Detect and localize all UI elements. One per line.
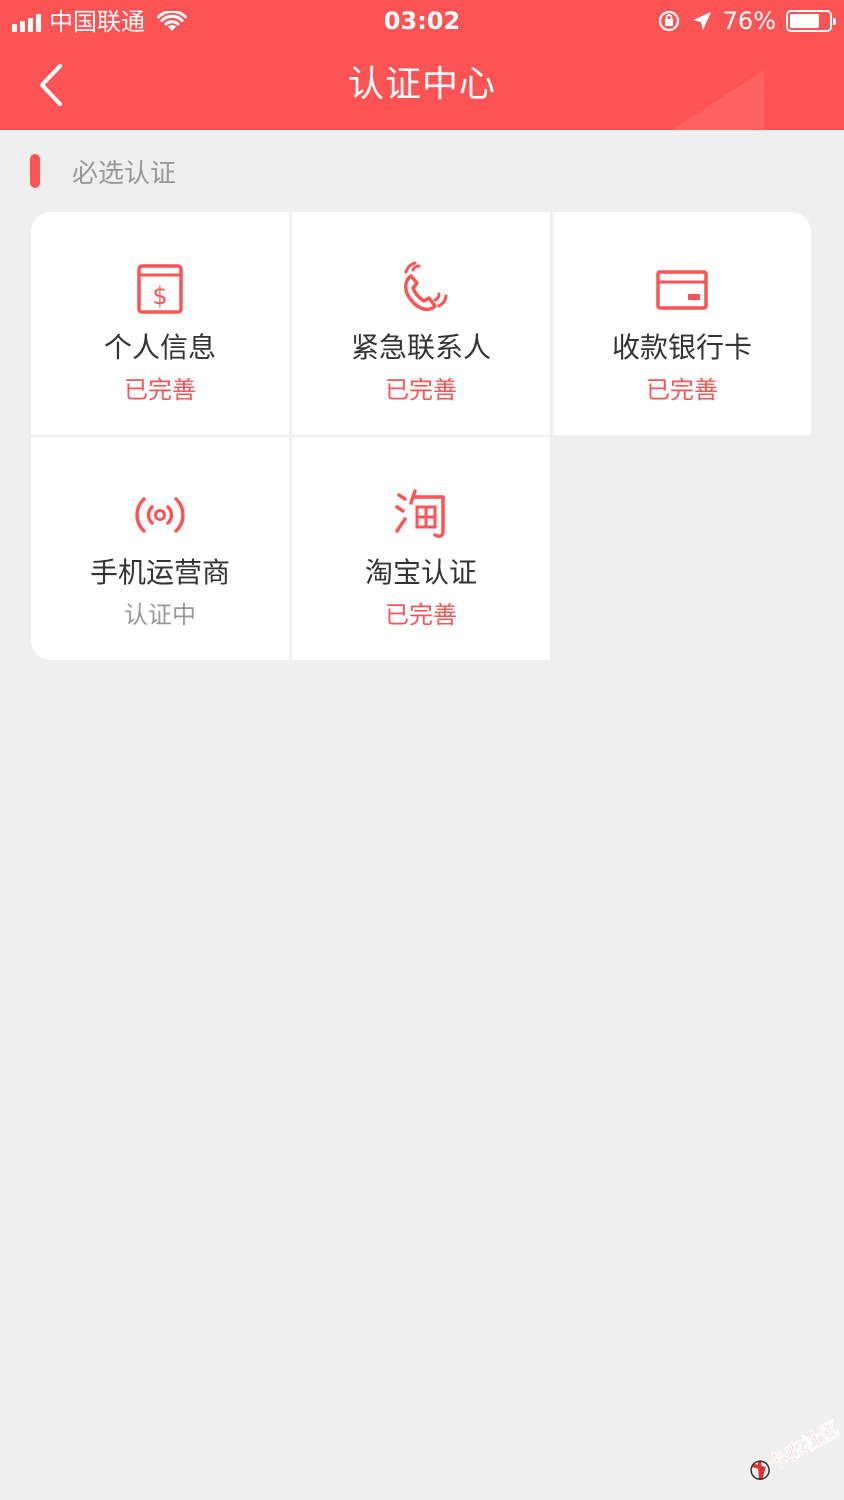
verify-item-mobile-carrier[interactable]: 手机运营商 认证中 (31, 437, 289, 660)
svg-text:卡农社区: 卡农社区 (763, 1416, 840, 1477)
section-label: 必选认证 (72, 158, 177, 189)
item-name: 个人信息 (103, 331, 216, 364)
item-status: 已完善 (646, 376, 718, 404)
verify-item-emergency-contact[interactable]: 紧急联系人 已完善 (292, 212, 550, 435)
verification-grid: $ 个人信息 已完善 紧急联系人 已完善 收款银行卡 已完善 手机运营商 认证中… (31, 212, 811, 660)
signal-broadcast-icon (135, 497, 185, 533)
rotation-lock-icon (658, 10, 679, 32)
svg-text:$: $ (152, 282, 167, 310)
item-status: 已完善 (385, 376, 457, 404)
item-status: 已完善 (124, 376, 196, 404)
status-bar: 中国联通 03:02 76% (0, 0, 844, 44)
verify-item-taobao[interactable]: 淘宝认证 已完善 (292, 437, 550, 660)
bank-card-icon (656, 270, 708, 310)
header-bar: 中国联通 03:02 76% 认证中心 (0, 0, 844, 130)
watermark-logo: 卡农社区 (750, 1415, 840, 1480)
page-title: 认证中心 (347, 64, 496, 105)
section-marker (30, 154, 40, 188)
item-status: 已完善 (385, 601, 457, 629)
battery-percent: 76% (722, 7, 776, 35)
section-header: 必选认证 (30, 153, 176, 189)
item-status: 认证中 (124, 601, 196, 629)
item-name: 手机运营商 (89, 556, 230, 589)
item-name: 紧急联系人 (350, 331, 491, 364)
verify-item-bank-card[interactable]: 收款银行卡 已完善 (553, 212, 811, 435)
phone-call-icon (404, 261, 448, 312)
item-name: 收款银行卡 (611, 331, 752, 364)
taobao-icon (395, 489, 445, 538)
document-dollar-icon: $ (137, 264, 183, 314)
verify-item-personal-info[interactable]: $ 个人信息 已完善 (31, 212, 289, 435)
battery-icon (786, 10, 836, 32)
item-name: 淘宝认证 (364, 556, 477, 589)
location-arrow-icon (692, 12, 711, 30)
